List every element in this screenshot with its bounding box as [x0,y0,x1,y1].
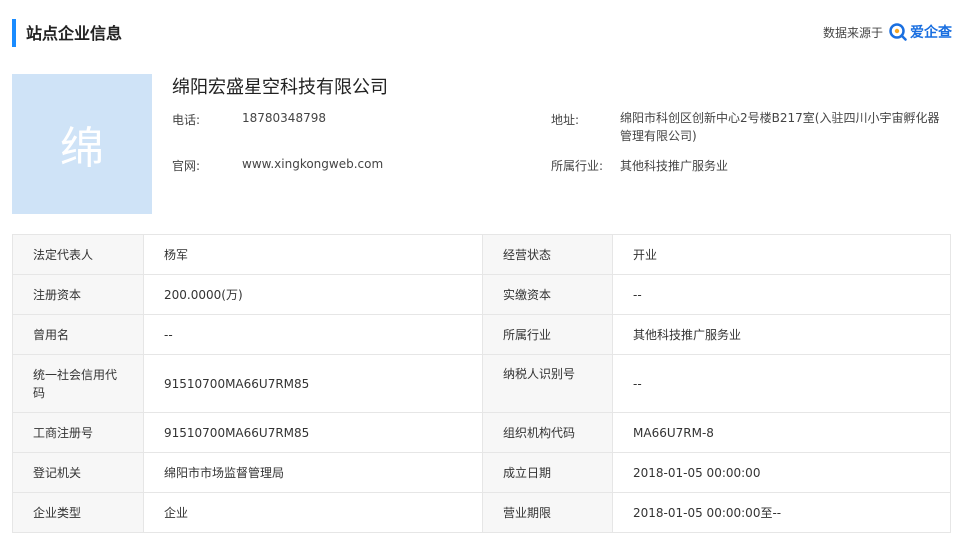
table-label-cell: 工商注册号 [12,412,144,453]
title-accent-bar [12,19,16,47]
data-source-prefix: 数据来源于 [822,25,883,40]
table-label-cell: 实缴资本 [482,274,613,315]
table-value-cell: 91510700MA66U7RM85 [143,354,483,413]
table-label-cell: 成立日期 [482,452,613,493]
aiqicha-logo-icon [889,23,907,41]
table-row: 统一社会信用代码 91510700MA66U7RM85 纳税人识别号 -- [12,354,951,413]
table-label-cell: 法定代表人 [12,234,144,275]
website-link[interactable]: www.xingkongweb.com [242,157,383,171]
table-label-cell: 经营状态 [482,234,613,275]
table-value-cell: 2018-01-05 00:00:00至-- [612,492,951,533]
table-row: 登记机关 绵阳市市场监督管理局 成立日期 2018-01-05 00:00:00 [12,452,951,493]
table-value-cell: 2018-01-05 00:00:00 [612,452,951,493]
table-row: 法定代表人 杨军 经营状态 开业 [12,234,951,275]
table-label-cell: 所属行业 [482,314,613,355]
table-row: 工商注册号 91510700MA66U7RM85 组织机构代码 MA66U7RM… [12,412,951,453]
table-label-cell: 营业期限 [482,492,613,533]
table-label-cell: 注册资本 [12,274,144,315]
address-label: 地址: [551,113,580,127]
table-label-cell: 统一社会信用代码 [12,354,144,413]
industry-label: 所属行业: [551,159,604,173]
company-logo: 绵 [12,74,152,214]
data-source-brand: 爱企查 [910,25,952,41]
phone-label: 电话: [172,113,201,127]
data-source[interactable]: 数据来源于 爱企查 [823,22,952,42]
table-row: 曾用名 -- 所属行业 其他科技推广服务业 [12,314,951,355]
table-value-cell: 开业 [612,234,951,275]
address-value: 绵阳市科创区创新中心2号楼B217室(入驻四川小宇宙孵化器管理有限公司) [620,111,940,143]
section-title-text: 站点企业信息 [26,24,123,43]
table-value-cell: 绵阳市市场监督管理局 [143,452,483,493]
table-value-cell: 200.0000(万) [143,274,483,315]
table-value-cell: MA66U7RM-8 [612,412,951,453]
table-label-cell: 纳税人识别号 [482,354,613,413]
table-value-cell: -- [612,354,951,413]
company-name: 绵阳宏盛星空科技有限公司 [172,77,388,98]
table-label-cell: 登记机关 [12,452,144,493]
website-label: 官网: [172,159,201,173]
industry-value: 其他科技推广服务业 [620,159,729,173]
table-label-cell: 企业类型 [12,492,144,533]
table-value-cell: 企业 [143,492,483,533]
table-value-cell: 杨军 [143,234,483,275]
table-label-cell: 曾用名 [12,314,144,355]
phone-value: 18780348798 [242,111,326,125]
table-value-cell: 其他科技推广服务业 [612,314,951,355]
table-row: 企业类型 企业 营业期限 2018-01-05 00:00:00至-- [12,492,951,533]
table-value-cell: -- [612,274,951,315]
table-value-cell: -- [143,314,483,355]
table-label-cell: 组织机构代码 [482,412,613,453]
table-value-cell: 91510700MA66U7RM85 [143,412,483,453]
table-row: 注册资本 200.0000(万) 实缴资本 -- [12,274,951,315]
company-info-table: 法定代表人 杨军 经营状态 开业 注册资本 200.0000(万) 实缴资本 -… [12,234,951,533]
